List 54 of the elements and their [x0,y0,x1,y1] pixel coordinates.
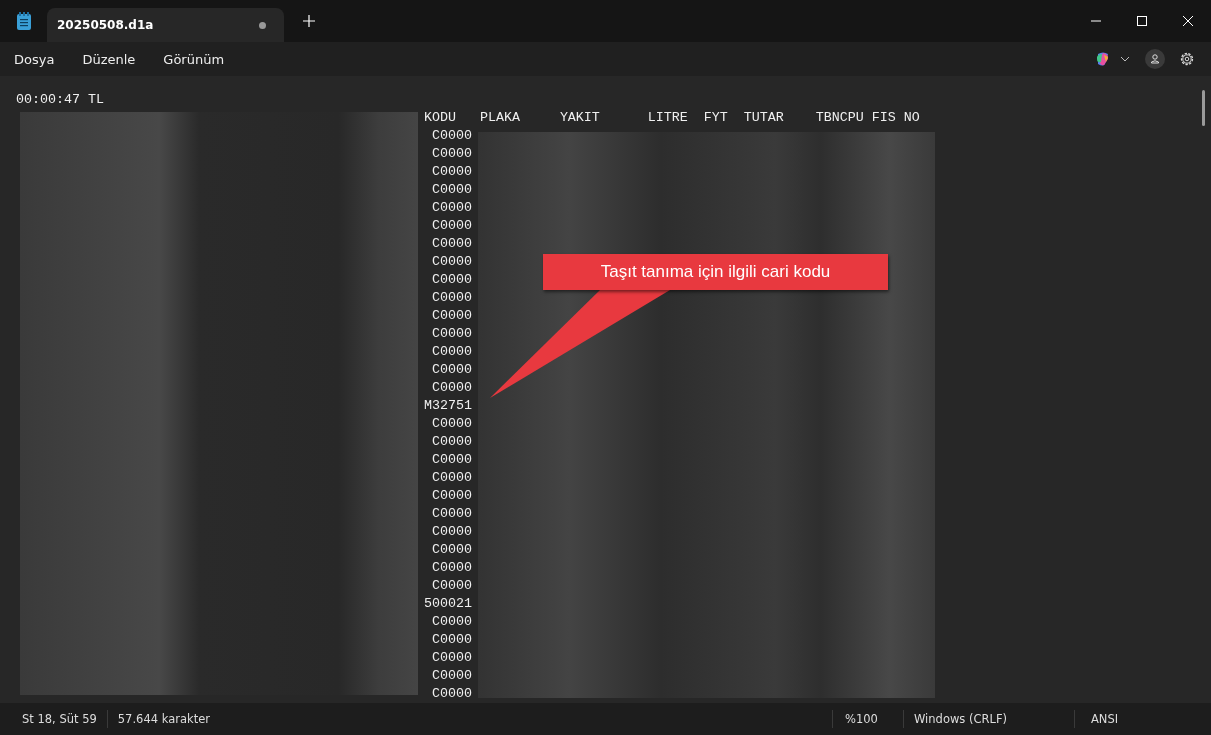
code-text: C0000 [431,343,472,361]
menu-item[interactable]: Dosya [14,51,55,67]
code-text: C0000 [431,523,472,541]
code-text: C0000 [431,451,472,469]
code-text: C0000 [431,361,472,379]
tab-title: 20250508.d1a [57,18,155,32]
document-tab[interactable]: 20250508.d1a [47,8,284,42]
code-text: C0000 [431,253,472,271]
code-text: C0000 [431,469,472,487]
encoding[interactable]: ANSI [1075,710,1211,728]
code-text: C0000 [431,505,472,523]
settings-icon[interactable] [1179,51,1195,67]
new-tab-icon[interactable] [303,15,315,27]
code-text: C0000 [431,127,472,145]
code-text: C0000 [431,613,472,631]
code-text: 500021 [423,595,472,613]
close-icon[interactable] [1183,16,1193,26]
code-text: C0000 [431,577,472,595]
notepad-icon [17,12,31,30]
code-text: C0000 [431,649,472,667]
code-text: C0000 [431,415,472,433]
code-text: C0000 [431,379,472,397]
code-text: C0000 [431,631,472,649]
maximize-icon[interactable] [1137,16,1147,26]
code-text: C0000 [431,307,472,325]
code-text: C0000 [431,667,472,685]
code-text: C0000 [431,433,472,451]
code-text: C0000 [431,145,472,163]
code-text: C0000 [431,181,472,199]
cursor-position: St 18, Süt 59 [12,710,108,728]
account-icon[interactable] [1145,49,1165,69]
menu-item[interactable]: Görünüm [163,51,225,67]
code-text: C0000 [431,163,472,181]
code-text: C0000 [431,235,472,253]
line-ending[interactable]: Windows (CRLF) [904,710,1075,728]
callout-label: Taşıt tanıma için ilgili cari kodu [543,254,888,290]
scrollbar-thumb[interactable] [1202,90,1205,126]
character-count: 57.644 karakter [116,711,211,728]
chevron-down-icon[interactable] [1121,56,1129,62]
code-text: C0000 [431,325,472,343]
code-text: C0000 [431,289,472,307]
code-text: C0000 [431,271,472,289]
code-text: C0000 [431,487,472,505]
code-text: C0000 [431,541,472,559]
menu-item[interactable]: Düzenle [82,51,136,67]
column-header-line: KODU PLAKA YAKIT LITRE FYT TUTAR TBNCPU FIS NO [423,109,920,127]
zoom-level[interactable]: %100 [832,710,904,728]
code-text: C0000 [431,199,472,217]
text-line: 00:00:47 TL [16,91,104,109]
code-text: C0000 [431,559,472,577]
code-text: C0000 [431,685,472,703]
code-text: M32751 [423,397,472,415]
copilot-icon[interactable] [1095,51,1111,67]
code-text: C0000 [431,217,472,235]
